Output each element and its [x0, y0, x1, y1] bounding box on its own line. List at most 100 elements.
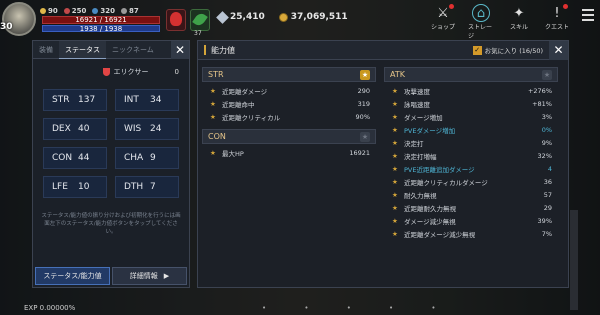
ability-column-right: ATK ★ ★ 攻撃速度 +276% ★ 詠唱速度 +81% ★ ダメージ増加 3% ★ PVE… — [384, 67, 558, 240]
scrollbar[interactable] — [570, 210, 578, 310]
stat-key: INT — [124, 95, 139, 105]
menu-shop[interactable]: ⚔ ショップ — [430, 4, 456, 31]
ability-column-left: STR ★ ★ 近距離ダメージ 290 ★ 近距離命中 319 ★ 近距離クリティカル 90%… — [202, 67, 376, 159]
stat-icon — [92, 8, 99, 14]
ability-label: 詠唱速度 — [404, 100, 430, 109]
ability-label: PVEダメージ増加 — [404, 126, 456, 135]
star-icon[interactable]: ★ — [392, 100, 404, 108]
stat-value: 7 — [150, 182, 156, 192]
stat-value: 90 — [48, 7, 58, 15]
ability-label: 耐久力無視 — [404, 191, 437, 200]
ability-row: ★ 近距離命中 319 — [202, 97, 376, 110]
ability-value: +81% — [532, 99, 552, 108]
detail-info-button[interactable]: 詳細情報 ▶ — [112, 267, 187, 285]
status-buttons: ステータス/能力値 詳細情報 ▶ — [35, 267, 187, 285]
ability-row: ★ ダメージ減少無視 39% — [384, 214, 558, 227]
stat-icon — [40, 8, 46, 14]
stat-key: WIS — [124, 124, 142, 134]
top-menu: ⚔ ショップ ⌂ ストレージ ✦ スキル ! クエスト — [430, 4, 594, 40]
ability-row: ★ PVEダメージ増加 0% — [384, 123, 558, 136]
herb-slot[interactable] — [190, 9, 210, 31]
potion-icon — [170, 12, 182, 26]
herb-count: 37 — [194, 30, 202, 37]
stat-value: 320 — [100, 7, 115, 15]
star-icon[interactable]: ★ — [392, 139, 404, 147]
ability-value: 3% — [541, 112, 552, 121]
star-icon[interactable]: ★ — [392, 204, 404, 212]
section-atk[interactable]: ATK ★ — [384, 67, 558, 82]
stat-icon — [121, 8, 127, 14]
star-icon[interactable]: ★ — [210, 113, 222, 121]
tab-nickname[interactable]: ニックネーム — [106, 41, 160, 59]
ability-value: 4 — [547, 164, 552, 173]
status-panel: 装備 ステータス ニックネーム ✕ エリクサー 0 STR 137 INT 34 D… — [32, 40, 190, 288]
star-icon[interactable]: ★ — [360, 69, 370, 80]
stat-key: DEX — [52, 124, 71, 134]
star-icon[interactable]: ★ — [360, 131, 370, 142]
ability-value: 319 — [357, 99, 370, 108]
ability-label: 決定打増幅 — [404, 152, 437, 161]
potion-slot[interactable] — [166, 9, 186, 31]
play-arrow-icon: ▶ — [163, 272, 170, 280]
skill-icon: ✦ — [513, 5, 525, 21]
ability-value: 39% — [537, 216, 552, 225]
stat-icon — [63, 8, 70, 14]
ability-row: ★ 近距離耐久力無視 29 — [384, 201, 558, 214]
star-icon[interactable]: ★ — [392, 152, 404, 160]
tab-status[interactable]: ステータス — [59, 40, 106, 59]
ability-row: ★ PVE近距離追加ダメージ 4 — [384, 162, 558, 175]
star-icon[interactable]: ★ — [210, 149, 222, 157]
close-button[interactable]: ✕ — [171, 40, 189, 59]
notification-dot — [449, 4, 454, 9]
star-icon[interactable]: ★ — [392, 191, 404, 199]
ability-label: 近距離命中 — [222, 100, 255, 109]
star-icon[interactable]: ★ — [392, 230, 404, 238]
button-label: 詳細情報 — [129, 272, 158, 280]
ability-value: 290 — [357, 86, 370, 95]
menu-quest[interactable]: ! クエスト — [544, 4, 570, 31]
status-ability-button[interactable]: ステータス/能力値 — [35, 267, 110, 285]
star-icon[interactable]: ★ — [542, 69, 552, 80]
ability-value: 90% — [355, 112, 370, 121]
tab-equipment[interactable]: 装備 — [33, 41, 59, 59]
star-icon[interactable]: ★ — [392, 87, 404, 95]
elixir-flask-icon — [102, 68, 110, 76]
mp-bar: 1938 / 1938 — [42, 25, 160, 33]
hp-text: 16921 / 16921 — [75, 16, 127, 24]
hp-bar: 16921 / 16921 — [42, 16, 160, 24]
stat-box: DEX 40 — [43, 118, 107, 140]
section-con[interactable]: CON ★ — [202, 129, 376, 144]
inventory-icon: ⌂ — [472, 4, 490, 22]
status-tabs: 装備 ステータス ニックネーム ✕ — [33, 40, 189, 59]
ability-label: 決定打 — [404, 139, 424, 148]
elixir-count: 0 — [174, 68, 179, 76]
hamburger-menu-icon[interactable] — [582, 9, 594, 21]
mp-text: 1938 / 1938 — [79, 25, 123, 33]
star-icon[interactable]: ★ — [392, 178, 404, 186]
section-title: CON — [208, 132, 226, 141]
ability-label: 攻撃速度 — [404, 87, 430, 96]
star-icon[interactable]: ★ — [210, 100, 222, 108]
star-icon[interactable]: ★ — [210, 87, 222, 95]
elixir-label: エリクサー — [113, 68, 149, 76]
star-icon[interactable]: ★ — [392, 113, 404, 121]
ability-row: ★ 近距離ダメージ 290 — [202, 84, 376, 97]
star-icon[interactable]: ★ — [392, 217, 404, 225]
ability-row: ★ 決定打 9% — [384, 136, 558, 149]
favorites-toggle[interactable]: ✓ お気に入り (16/50) — [472, 45, 543, 55]
stat-box: CHA 9 — [115, 147, 179, 169]
ability-label: 近距離ダメージ — [222, 87, 268, 96]
page-indicator: • • • • • — [262, 304, 454, 312]
star-icon[interactable]: ★ — [392, 165, 404, 173]
ability-row: ★ 近距離ダメージ減少無視 7% — [384, 227, 558, 240]
star-icon[interactable]: ★ — [392, 126, 404, 134]
stat-key: DTH — [124, 182, 144, 192]
stat-box: STR 137 — [43, 89, 107, 111]
menu-skill[interactable]: ✦ スキル — [506, 4, 532, 32]
menu-storage[interactable]: ⌂ ストレージ — [468, 4, 494, 40]
close-button[interactable]: ✕ — [549, 40, 568, 60]
section-str[interactable]: STR ★ — [202, 67, 376, 82]
ability-row: ★ ダメージ増加 3% — [384, 110, 558, 123]
title-accent — [204, 45, 206, 55]
ability-value: 36 — [543, 177, 552, 186]
